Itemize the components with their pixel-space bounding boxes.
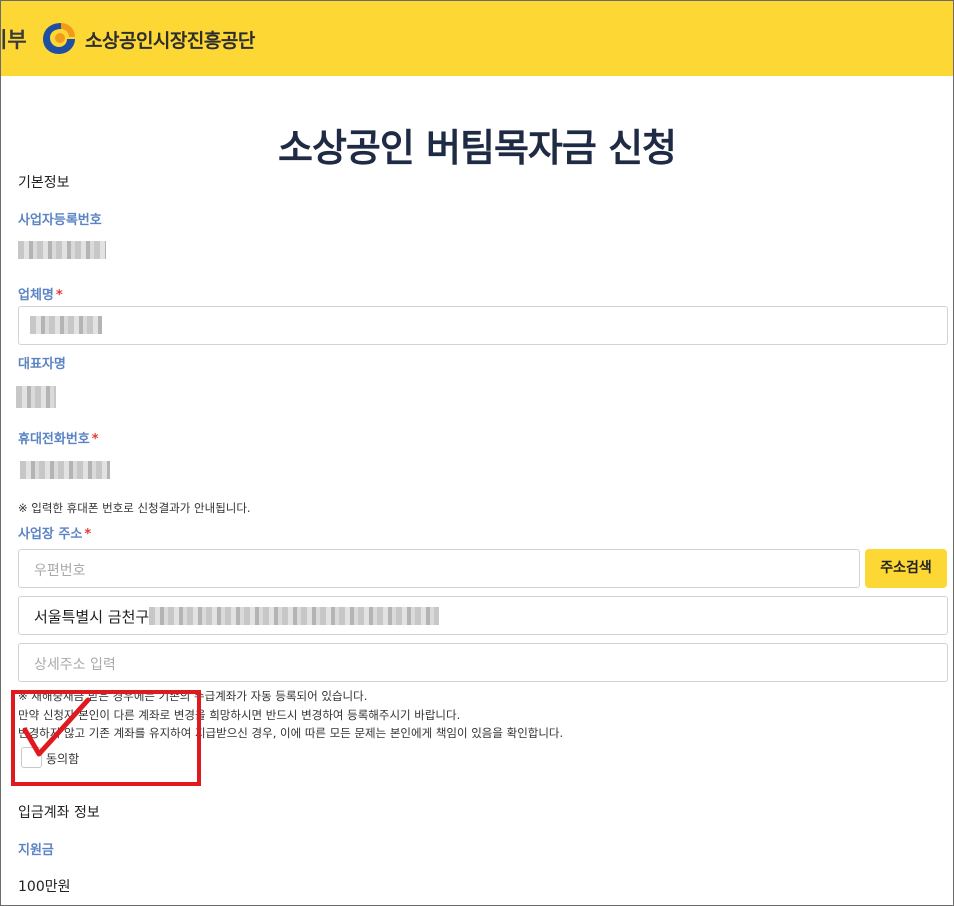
site-header: 기부 소상공인시장진흥공단 (0, 1, 953, 76)
ministry-name-fragment: 기부 (0, 28, 27, 52)
address-input[interactable]: 서울특별시 금천구 (18, 596, 948, 635)
red-checkmark-icon (22, 697, 91, 757)
phone-label: 휴대전화번호 * (18, 432, 99, 447)
address-value: 서울특별시 금천구 (34, 608, 150, 626)
address-search-button[interactable]: 주소검색 (865, 549, 947, 588)
deposit-info-heading: 입금계좌 정보 (18, 805, 100, 821)
ceo-name-value-redacted (16, 386, 56, 408)
company-name-input[interactable] (18, 306, 948, 345)
support-amount-value: 100만원 (18, 879, 71, 895)
detail-address-placeholder: 상세주소 입력 (34, 657, 116, 673)
business-reg-label: 사업자등록번호 (18, 213, 102, 228)
ceo-name-label: 대표자명 (18, 357, 66, 372)
page-title: 소상공인 버팀목자금 신청 (277, 126, 677, 170)
org-name[interactable]: 소상공인시장진흥공단 (85, 26, 255, 53)
company-name-label: 업체명 * (18, 288, 63, 303)
company-name-value-redacted (30, 316, 102, 334)
semas-logo-icon[interactable] (41, 21, 77, 55)
support-amount-label: 지원금 (18, 843, 54, 858)
business-reg-value-redacted (18, 241, 106, 259)
address-detail-redacted (149, 607, 439, 625)
postal-code-placeholder: 우편번호 (34, 563, 86, 579)
basic-info-heading: 기본정보 (18, 175, 70, 191)
phone-value-redacted (20, 461, 110, 479)
phone-notice: ※ 입력한 휴대폰 번호로 신청결과가 안내됩니다. (18, 501, 251, 515)
detail-address-input[interactable]: 상세주소 입력 (18, 643, 948, 682)
postal-code-input[interactable]: 우편번호 (18, 549, 860, 588)
address-label: 사업장 주소 * (18, 527, 92, 542)
